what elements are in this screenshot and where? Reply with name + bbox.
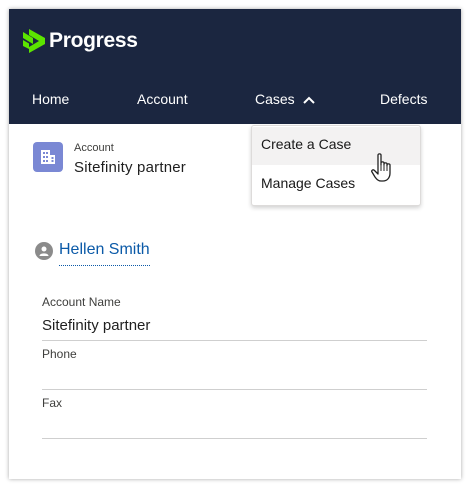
nav-account[interactable]: Account [137,91,188,107]
user-icon [35,241,53,260]
nav-cases-label: Cases [255,91,295,107]
fax-field-label: Fax [42,396,63,410]
phone-field-label: Phone [42,347,77,361]
chevron-up-icon [302,91,315,107]
account-card: Account Sitefinity partner [33,142,186,176]
nav-defects[interactable]: Defects [380,91,427,107]
nav-cases[interactable]: Cases [255,91,315,107]
hand-pointer-icon [370,152,394,189]
nav-home[interactable]: Home [32,91,69,107]
menu-item-create-case[interactable]: Create a Case [252,127,420,165]
cases-dropdown-menu: Create a Case Manage Cases [251,125,421,206]
fax-divider [42,438,427,439]
brand-name: Progress [49,29,138,52]
account-name: Sitefinity partner [74,159,186,176]
progress-logo-icon [23,29,45,53]
top-header: Progress Home Account Cases Defects [9,9,461,124]
contact-name-link[interactable]: Hellen Smith [59,241,150,266]
phone-divider [42,389,427,390]
account-name-field-value: Sitefinity partner [42,317,151,334]
menu-item-manage-cases[interactable]: Manage Cases [252,166,420,204]
page-frame: Progress Home Account Cases Defects Acco… [9,9,461,479]
account-name-divider [42,340,427,341]
brand-logo[interactable]: Progress [23,27,138,55]
account-type-label: Account [74,142,114,154]
account-name-field-label: Account Name [42,295,121,309]
building-icon [33,142,63,172]
contact-row: Hellen Smith [35,235,150,266]
